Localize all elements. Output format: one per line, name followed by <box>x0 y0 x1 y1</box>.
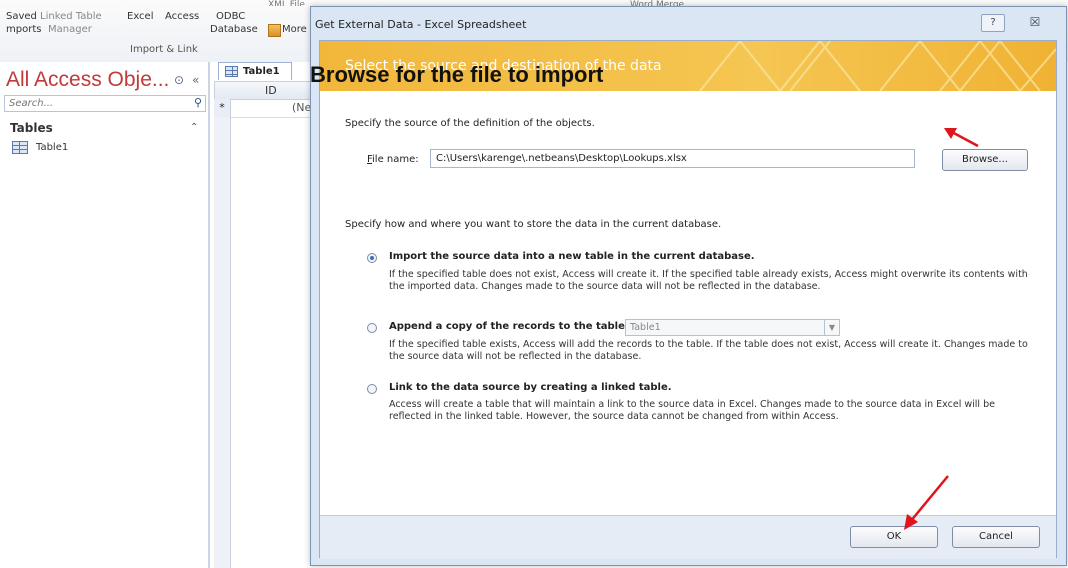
odbc-label-1: ODBC <box>216 11 246 22</box>
saved-imports-label-1: Saved <box>6 11 37 22</box>
browse-button[interactable]: Browse... <box>942 149 1028 171</box>
append-table-select[interactable]: Table1 ▼ <box>625 319 840 336</box>
annotation-caption: Browse for the file to import <box>310 62 604 87</box>
cancel-button[interactable]: Cancel <box>952 526 1040 548</box>
nav-search-input[interactable] <box>5 97 191 110</box>
close-icon: ☒ <box>1029 15 1041 29</box>
linked-table-manager-button[interactable]: Linked Table Manager <box>40 10 102 36</box>
close-button[interactable]: ☒ <box>1023 14 1047 30</box>
column-header-id[interactable]: ID <box>265 84 277 97</box>
append-records-radio[interactable] <box>367 323 377 333</box>
navigation-pane: All Access Obje... ⊙ « ⚲ Tables ⌃ Table1 <box>0 62 210 568</box>
more-icon <box>268 24 281 37</box>
append-records-title[interactable]: Append a copy of the records to the tabl… <box>389 321 629 332</box>
saved-imports-button[interactable]: Saved mports <box>6 10 41 36</box>
new-row-marker: * <box>214 99 231 117</box>
odbc-label-2: Database <box>210 24 258 35</box>
import-new-table-description: If the specified table does not exist, A… <box>389 269 1028 292</box>
record-selector-column <box>214 117 231 568</box>
dialog-titlebar[interactable]: Get External Data - Excel Spreadsheet ? … <box>311 7 1066 39</box>
dialog-footer: OK Cancel <box>320 515 1056 559</box>
new-row-cell[interactable]: (Ne <box>292 101 311 114</box>
help-button[interactable]: ? <box>981 14 1005 32</box>
dialog-title: Get External Data - Excel Spreadsheet <box>315 18 527 31</box>
link-data-source-radio[interactable] <box>367 384 377 394</box>
new-record-row[interactable]: * (Ne <box>214 99 324 118</box>
ok-button[interactable]: OK <box>850 526 938 548</box>
nav-item-label: Table1 <box>36 142 69 153</box>
table-icon <box>225 66 238 77</box>
append-records-description: If the specified table exists, Access wi… <box>389 339 1028 362</box>
append-table-value: Table1 <box>630 322 661 333</box>
import-new-table-radio[interactable] <box>367 253 377 263</box>
help-icon: ? <box>990 17 996 28</box>
import-new-table-title[interactable]: Import the source data into a new table … <box>389 251 755 262</box>
access-import-button[interactable]: Access <box>165 10 199 23</box>
search-icon[interactable]: ⚲ <box>194 96 202 109</box>
file-name-label: File name: <box>367 154 419 165</box>
excel-import-button[interactable]: Excel <box>127 10 154 23</box>
more-button[interactable]: More <box>282 23 307 36</box>
link-data-source-description: Access will create a table that will mai… <box>389 399 995 422</box>
source-instruction: Specify the source of the definition of … <box>345 118 595 129</box>
nav-menu-chevron-icon[interactable]: ⊙ <box>174 73 184 87</box>
xml-file-stub: XML File <box>268 0 305 6</box>
import-link-group-label: Import & Link <box>130 44 198 55</box>
linked-table-label-1: Linked Table <box>40 11 102 22</box>
table-icon <box>12 141 28 154</box>
tab-label: Table1 <box>243 66 280 77</box>
nav-category-tables[interactable]: Tables <box>10 121 53 135</box>
nav-search-box: ⚲ <box>4 95 206 112</box>
saved-imports-label-2: mports <box>6 24 42 35</box>
shutter-bar-close-icon[interactable]: « <box>192 73 199 87</box>
file-label-text: ile name: <box>372 154 419 165</box>
tab-table1[interactable]: Table1 <box>218 62 292 80</box>
get-external-data-dialog: Get External Data - Excel Spreadsheet ? … <box>310 6 1067 566</box>
link-data-source-title[interactable]: Link to the data source by creating a li… <box>389 382 672 393</box>
nav-pane-title[interactable]: All Access Obje... <box>6 68 169 92</box>
file-name-input[interactable] <box>430 149 915 168</box>
chevron-down-icon[interactable]: ▼ <box>824 320 839 335</box>
nav-item-table1[interactable]: Table1 <box>12 141 68 154</box>
dialog-body: Select the source and destination of the… <box>319 40 1057 559</box>
linked-table-label-2: Manager <box>48 24 92 35</box>
storage-instruction: Specify how and where you want to store … <box>345 219 722 230</box>
odbc-database-button[interactable]: ODBC Database <box>210 10 258 36</box>
collapse-chevron-icon[interactable]: ⌃ <box>190 122 198 133</box>
